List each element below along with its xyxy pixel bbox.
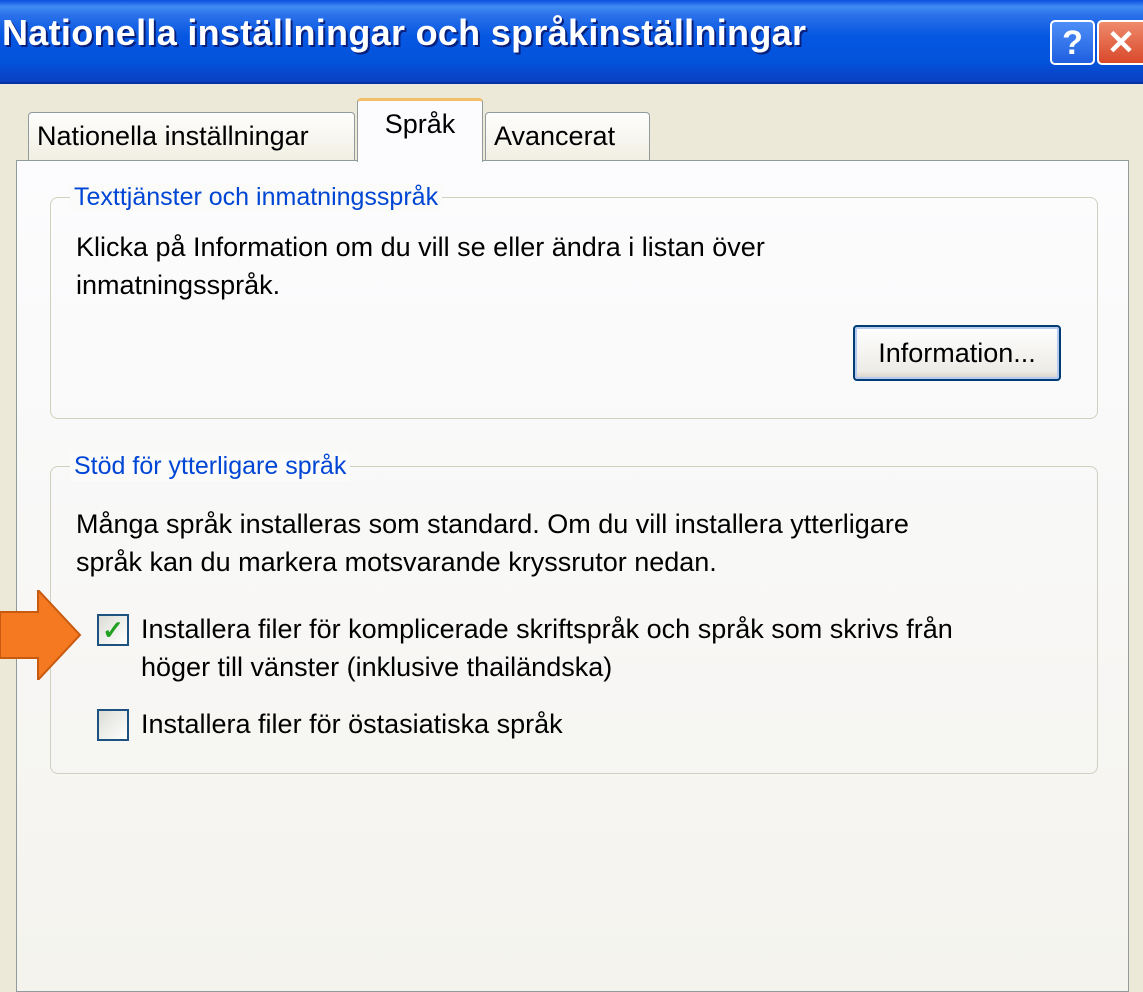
tab-nationella-installningar[interactable]: Nationella inställningar: [28, 112, 355, 160]
text-services-description: Klicka på Information om du vill se elle…: [76, 228, 765, 304]
extra-languages-description: Många språk installeras som standard. Om…: [76, 505, 909, 581]
tab-avancerat[interactable]: Avancerat: [485, 112, 650, 160]
help-icon: ?: [1062, 23, 1083, 62]
help-button[interactable]: ?: [1050, 20, 1095, 65]
checkmark-icon: ✓: [102, 615, 124, 645]
window-title: Nationella inställningar och språkinstäl…: [2, 12, 807, 53]
east-asian-checkbox[interactable]: [97, 709, 129, 741]
extra-languages-line-2: språk kan du markera motsvarande kryssru…: [76, 547, 717, 577]
complex-script-option[interactable]: ✓ Installera filer för komplicerade skri…: [97, 610, 953, 686]
close-icon: ✕: [1106, 23, 1136, 62]
text-services-line-2: inmatningsspråk.: [76, 270, 281, 300]
complex-script-checkbox[interactable]: ✓: [97, 614, 129, 646]
east-asian-option[interactable]: Installera filer för östasiatiska språk: [97, 705, 563, 743]
extra-languages-legend: Stöd för ytterligare språk: [70, 452, 351, 481]
complex-script-label-line-1: Installera filer för komplicerade skrift…: [141, 614, 953, 644]
extra-languages-line-1: Många språk installeras som standard. Om…: [76, 509, 909, 539]
complex-script-label-line-2: höger till vänster (inklusive thailändsk…: [141, 652, 613, 682]
arrow-shape: [0, 590, 82, 680]
close-button[interactable]: ✕: [1097, 20, 1143, 65]
arrow-pointer-icon: [0, 590, 82, 680]
tab-sprak[interactable]: Språk: [357, 98, 483, 162]
complex-script-label[interactable]: Installera filer för komplicerade skrift…: [141, 610, 953, 686]
text-services-line-1: Klicka på Information om du vill se elle…: [76, 232, 765, 262]
title-bar: Nationella inställningar och språkinstäl…: [0, 0, 1143, 84]
information-button[interactable]: Information...: [853, 325, 1061, 381]
east-asian-label[interactable]: Installera filer för östasiatiska språk: [141, 705, 563, 743]
text-services-legend: Texttjänster och inmatningsspråk: [70, 183, 443, 212]
